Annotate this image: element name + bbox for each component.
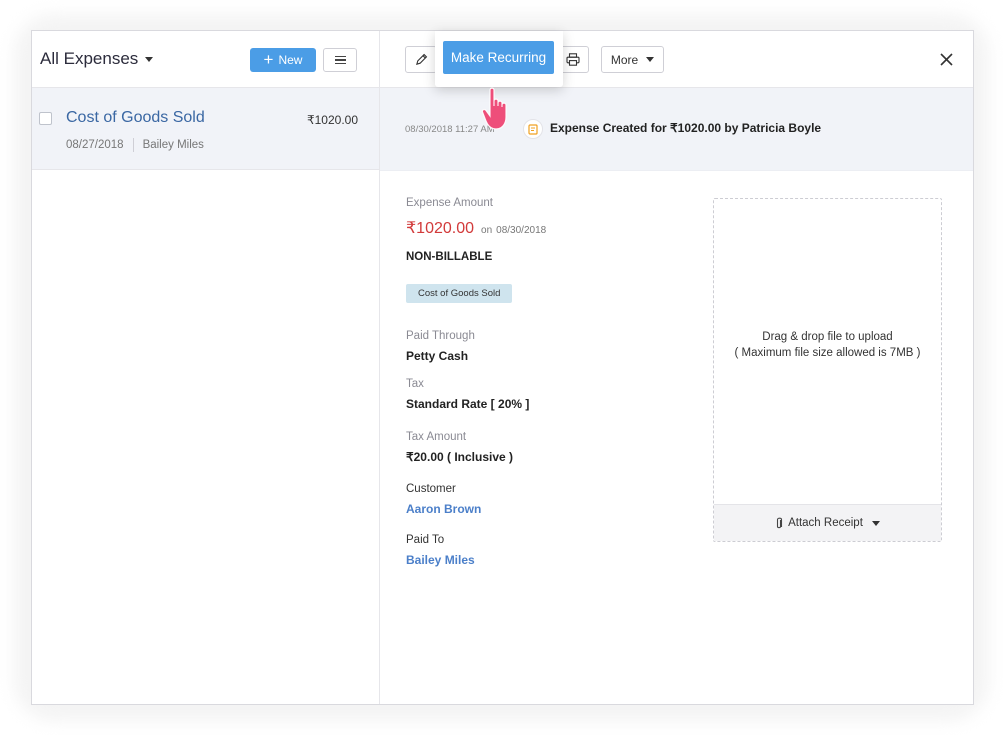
caret-down-icon	[145, 56, 154, 62]
hamburger-icon	[334, 62, 346, 65]
paid-to-link[interactable]: Bailey Miles	[406, 553, 696, 567]
divider	[132, 138, 134, 152]
pencil-icon	[415, 53, 427, 65]
view-title: All Expenses	[40, 49, 139, 68]
paid-through-group: Paid Through Petty Cash	[406, 330, 696, 363]
detail-toolbar: Make Recurring More	[380, 31, 973, 130]
dropzone-line1: Drag & drop file to upload	[762, 331, 893, 343]
paid-to-group: Paid To Bailey Miles	[406, 534, 696, 567]
customer-link[interactable]: Aaron Brown	[406, 502, 696, 516]
expense-details: Expense Amount ₹1020.00 on 08/30/2018 NO…	[406, 197, 696, 567]
paperclip-icon	[777, 517, 783, 528]
list-item-meta: 08/27/2018 Bailey Miles	[66, 138, 204, 152]
close-icon	[939, 52, 953, 66]
paid-through-value: Petty Cash	[406, 349, 469, 363]
plus-icon: +	[263, 50, 274, 69]
activity-log: 08/30/2018 11:27 AM Expense Created for …	[380, 88, 973, 171]
tax-value: Standard Rate [ 20% ]	[406, 397, 530, 411]
note-icon	[523, 119, 543, 139]
more-label: More	[610, 52, 639, 67]
hamburger-icon	[334, 59, 346, 61]
activity-text: Expense Created for ₹1020.00 by Patricia…	[550, 121, 822, 135]
expense-amount-label: Expense Amount	[406, 197, 493, 209]
expense-list-pane: All Expenses + New Cost of Goods Sold ₹1…	[32, 31, 380, 704]
tax-amount-label: Tax Amount	[406, 431, 467, 443]
dropzone-line2: ( Maximum file size allowed is 7MB )	[734, 347, 921, 359]
close-button[interactable]	[936, 47, 956, 71]
expense-date: 08/30/2018	[496, 225, 547, 236]
tax-amount-value: ₹20.00 ( Inclusive )	[406, 450, 514, 464]
list-item-amount: ₹1020.00	[306, 113, 358, 127]
app-window: All Expenses + New Cost of Goods Sold ₹1…	[31, 30, 974, 705]
customer-group: Customer Aaron Brown	[406, 483, 696, 516]
expense-amount: ₹1020.00	[406, 220, 475, 237]
make-recurring-button[interactable]: Make Recurring	[443, 41, 554, 74]
row-checkbox[interactable]	[39, 112, 52, 125]
expense-detail-pane: Make Recurring More 08/30/2018 11:27 AM …	[380, 31, 973, 704]
printer-icon	[566, 53, 580, 66]
list-menu-button[interactable]	[323, 48, 357, 72]
category-tag: Cost of Goods Sold	[406, 284, 513, 303]
dropzone-text: Drag & drop file to upload ( Maximum fil…	[714, 329, 941, 361]
more-dropdown[interactable]: More	[601, 46, 664, 73]
tax-group: Tax Standard Rate [ 20% ]	[406, 378, 696, 411]
expense-amount-row: ₹1020.00 on 08/30/2018	[406, 218, 696, 238]
view-selector[interactable]: All Expenses	[40, 49, 154, 69]
customer-label: Customer	[406, 483, 456, 495]
list-item-vendor: Bailey Miles	[142, 139, 204, 151]
new-button-label: New	[278, 53, 303, 67]
tax-label: Tax	[406, 378, 424, 390]
on-text: on	[481, 225, 493, 236]
new-expense-button[interactable]: + New	[250, 48, 316, 72]
recurring-popover: Make Recurring	[435, 31, 563, 87]
hamburger-icon	[334, 55, 346, 58]
edit-button[interactable]	[405, 46, 437, 73]
receipt-dropzone[interactable]: Drag & drop file to upload ( Maximum fil…	[713, 198, 942, 542]
paid-to-label: Paid To	[406, 534, 445, 546]
caret-down-icon	[646, 57, 655, 62]
list-item[interactable]: Cost of Goods Sold ₹1020.00 08/27/2018 B…	[32, 88, 379, 170]
list-item-title[interactable]: Cost of Goods Sold	[66, 109, 205, 127]
attach-receipt-label: Attach Receipt	[788, 517, 863, 529]
tax-amount-group: Tax Amount ₹20.00 ( Inclusive )	[406, 431, 696, 464]
list-header: All Expenses + New	[32, 31, 379, 88]
caret-down-icon	[871, 520, 880, 526]
paid-through-label: Paid Through	[406, 330, 475, 342]
list-item-date: 08/27/2018	[66, 139, 124, 151]
attach-receipt-button[interactable]: Attach Receipt	[714, 504, 941, 541]
hand-pointer-icon	[481, 87, 507, 130]
billable-status: NON-BILLABLE	[406, 251, 493, 263]
